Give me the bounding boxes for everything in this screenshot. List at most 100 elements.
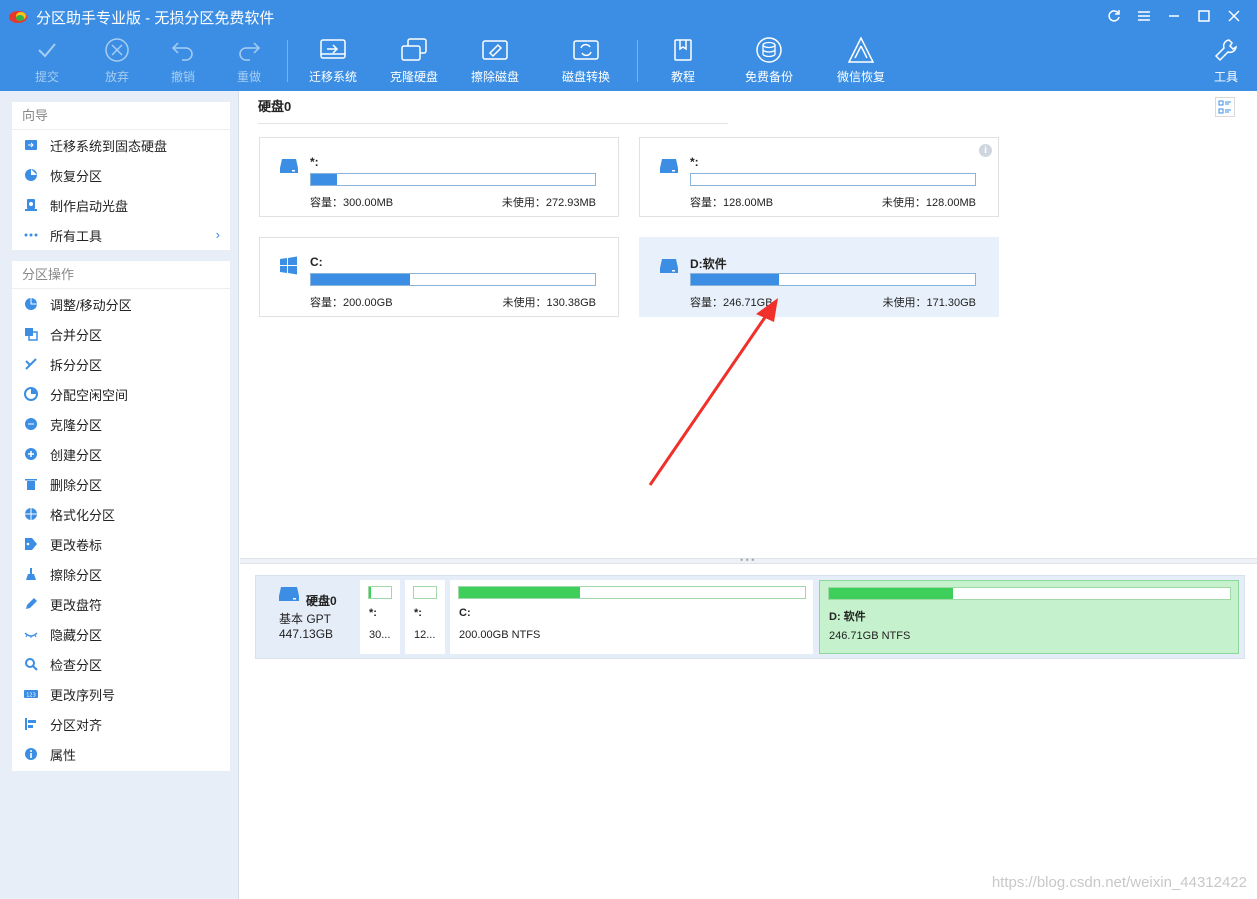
- usage-bar: [690, 273, 976, 286]
- partition-size-fs: 30...: [369, 629, 391, 641]
- migrate-os-button[interactable]: 迁移系统: [306, 34, 360, 88]
- partition-block[interactable]: *: 30...: [360, 580, 400, 654]
- partition-free: 未使用：130.38GB: [502, 297, 596, 309]
- partition-block[interactable]: *: 12...: [405, 580, 445, 654]
- tutorial-label: 教程: [670, 70, 695, 84]
- tools-button[interactable]: 工具: [1212, 34, 1240, 88]
- cancel-circle-icon: [104, 34, 130, 66]
- disk-size: 447.13GB: [279, 627, 334, 641]
- refresh-icon[interactable]: [1099, 4, 1129, 28]
- partition-name: *:: [690, 155, 699, 169]
- partition-card[interactable]: C: 容量：200.00GB 未使用：130.38GB: [259, 237, 619, 317]
- partition-usage-fill: [829, 588, 954, 599]
- undo-button[interactable]: 撤销: [164, 34, 202, 88]
- sidebar-item[interactable]: 更改盘符: [12, 589, 230, 619]
- discard-button[interactable]: 放弃: [98, 34, 136, 88]
- sidebar-item[interactable]: 恢复分区: [12, 160, 230, 190]
- maximize-icon[interactable]: [1189, 4, 1219, 28]
- sidebar-item[interactable]: 所有工具 ›: [12, 220, 230, 250]
- drive-icon: [660, 259, 678, 273]
- migrate-os-label: 迁移系统: [308, 70, 357, 84]
- sidebar-item[interactable]: 更改卷标: [12, 529, 230, 559]
- partition-usage-fill: [459, 587, 581, 598]
- sidebar-item[interactable]: 分区对齐: [12, 709, 230, 739]
- wipe-disk-button[interactable]: 擦除磁盘: [469, 34, 521, 88]
- usage-bar-fill: [311, 274, 411, 285]
- sidebar-item[interactable]: 隐藏分区: [12, 619, 230, 649]
- allocate-icon: [24, 387, 38, 401]
- tutorial-button[interactable]: 教程: [668, 34, 698, 88]
- minimize-icon[interactable]: [1159, 4, 1189, 28]
- info-icon: [24, 747, 38, 761]
- close-icon[interactable]: [1219, 4, 1249, 28]
- sidebar-item[interactable]: 删除分区: [12, 469, 230, 499]
- partition-usage-bar: [458, 586, 806, 599]
- partition-label: C:: [459, 607, 471, 619]
- view-toggle-icon[interactable]: [1215, 97, 1235, 117]
- sidebar-item[interactable]: 克隆分区: [12, 409, 230, 439]
- commit-button[interactable]: 提交: [28, 34, 66, 88]
- usage-bar: [690, 173, 976, 186]
- menu-icon[interactable]: [1129, 4, 1159, 28]
- sidebar-item[interactable]: 检查分区: [12, 649, 230, 679]
- sidebar-item[interactable]: 调整/移动分区: [12, 289, 230, 319]
- sidebar-item[interactable]: 格式化分区: [12, 499, 230, 529]
- align-icon: [24, 717, 38, 731]
- free-backup-button[interactable]: 免费备份: [743, 34, 795, 88]
- sidebar-item[interactable]: 分配空闲空间: [12, 379, 230, 409]
- partition-card-view: 硬盘0 *: 容量：300.00MB 未使用：272.93MB *: 容量：128.00…: [240, 91, 1257, 558]
- watermark: https://blog.csdn.net/weixin_44312422: [991, 874, 1247, 891]
- chevron-right-icon: ›: [215, 227, 220, 242]
- partition-card[interactable]: *: 容量：128.00MB 未使用：128.00MB i: [639, 137, 999, 217]
- clone-disk-button[interactable]: 克隆硬盘: [388, 34, 440, 88]
- toolbar-divider: [637, 40, 638, 82]
- wizard-title: 向导: [12, 102, 230, 130]
- partition-capacity: 容量：200.00GB: [310, 297, 393, 309]
- pane-splitter[interactable]: • • •: [240, 555, 1257, 565]
- disk-map: 硬盘0 基本 GPT 447.13GB *: 30... *: 12... C: 200.…: [255, 575, 1245, 659]
- partition-ops-title: 分区操作: [12, 261, 230, 289]
- wechat-recovery-label: 微信恢复: [836, 70, 885, 84]
- partition-free: 未使用：272.93MB: [501, 197, 596, 209]
- sidebar-item[interactable]: 创建分区: [12, 439, 230, 469]
- wechat-recovery-icon: [846, 34, 876, 66]
- sidebar-item[interactable]: 迁移系统到固态硬盘: [12, 130, 230, 160]
- partition-card[interactable]: *: 容量：300.00MB 未使用：272.93MB: [259, 137, 619, 217]
- sidebar-item-label: 制作启动光盘: [50, 198, 129, 214]
- clone-disk-label: 克隆硬盘: [389, 70, 438, 84]
- partition-ops-panel: 分区操作 调整/移动分区合并分区拆分分区 分配空闲空间 克隆分区创建分区删除分区格式…: [12, 261, 230, 771]
- sidebar-item[interactable]: 合并分区: [12, 319, 230, 349]
- discard-label: 放弃: [104, 70, 129, 84]
- partition-block[interactable]: D: 软件 246.71GB NTFS: [819, 580, 1239, 654]
- sidebar-item-label: 恢复分区: [50, 168, 103, 184]
- redo-icon: [236, 34, 262, 66]
- split-icon: [24, 357, 38, 371]
- partition-capacity: 容量：300.00MB: [310, 197, 394, 209]
- svg-text:123: 123: [26, 693, 36, 699]
- serial-number-icon: 123: [24, 687, 38, 701]
- convert-disk-button[interactable]: 磁盘转换: [560, 34, 612, 88]
- drive-icon: [280, 159, 298, 173]
- partition-block[interactable]: C: 200.00GB NTFS: [450, 580, 813, 654]
- partition-usage-fill: [369, 587, 372, 598]
- partition-card[interactable]: D:软件 容量：246.71GB 未使用：171.30GB: [639, 237, 999, 317]
- drive-icon: [660, 159, 678, 173]
- wechat-recovery-button[interactable]: 微信恢复: [834, 34, 888, 88]
- redo-button[interactable]: 重做: [230, 34, 268, 88]
- sidebar-item-label: 合并分区: [50, 327, 103, 343]
- wipe-disk-label: 擦除磁盘: [470, 70, 519, 84]
- sidebar-item[interactable]: 123 更改序列号: [12, 679, 230, 709]
- sidebar-item[interactable]: 制作启动光盘: [12, 190, 230, 220]
- app-logo-icon: [9, 11, 27, 23]
- sidebar-item-label: 创建分区: [50, 447, 103, 463]
- partition-usage-bar: [413, 586, 437, 599]
- sidebar-item[interactable]: 属性: [12, 739, 230, 769]
- partition-capacity: 容量：246.71GB: [690, 297, 773, 309]
- sidebar-item[interactable]: 擦除分区: [12, 559, 230, 589]
- convert-disk-icon: [572, 34, 600, 66]
- disk-info[interactable]: 硬盘0 基本 GPT 447.13GB: [256, 576, 356, 658]
- sidebar-item[interactable]: 拆分分区: [12, 349, 230, 379]
- info-icon[interactable]: i: [979, 144, 992, 157]
- sidebar-item-label: 删除分区: [50, 477, 103, 493]
- hide-eye-icon: [24, 627, 38, 641]
